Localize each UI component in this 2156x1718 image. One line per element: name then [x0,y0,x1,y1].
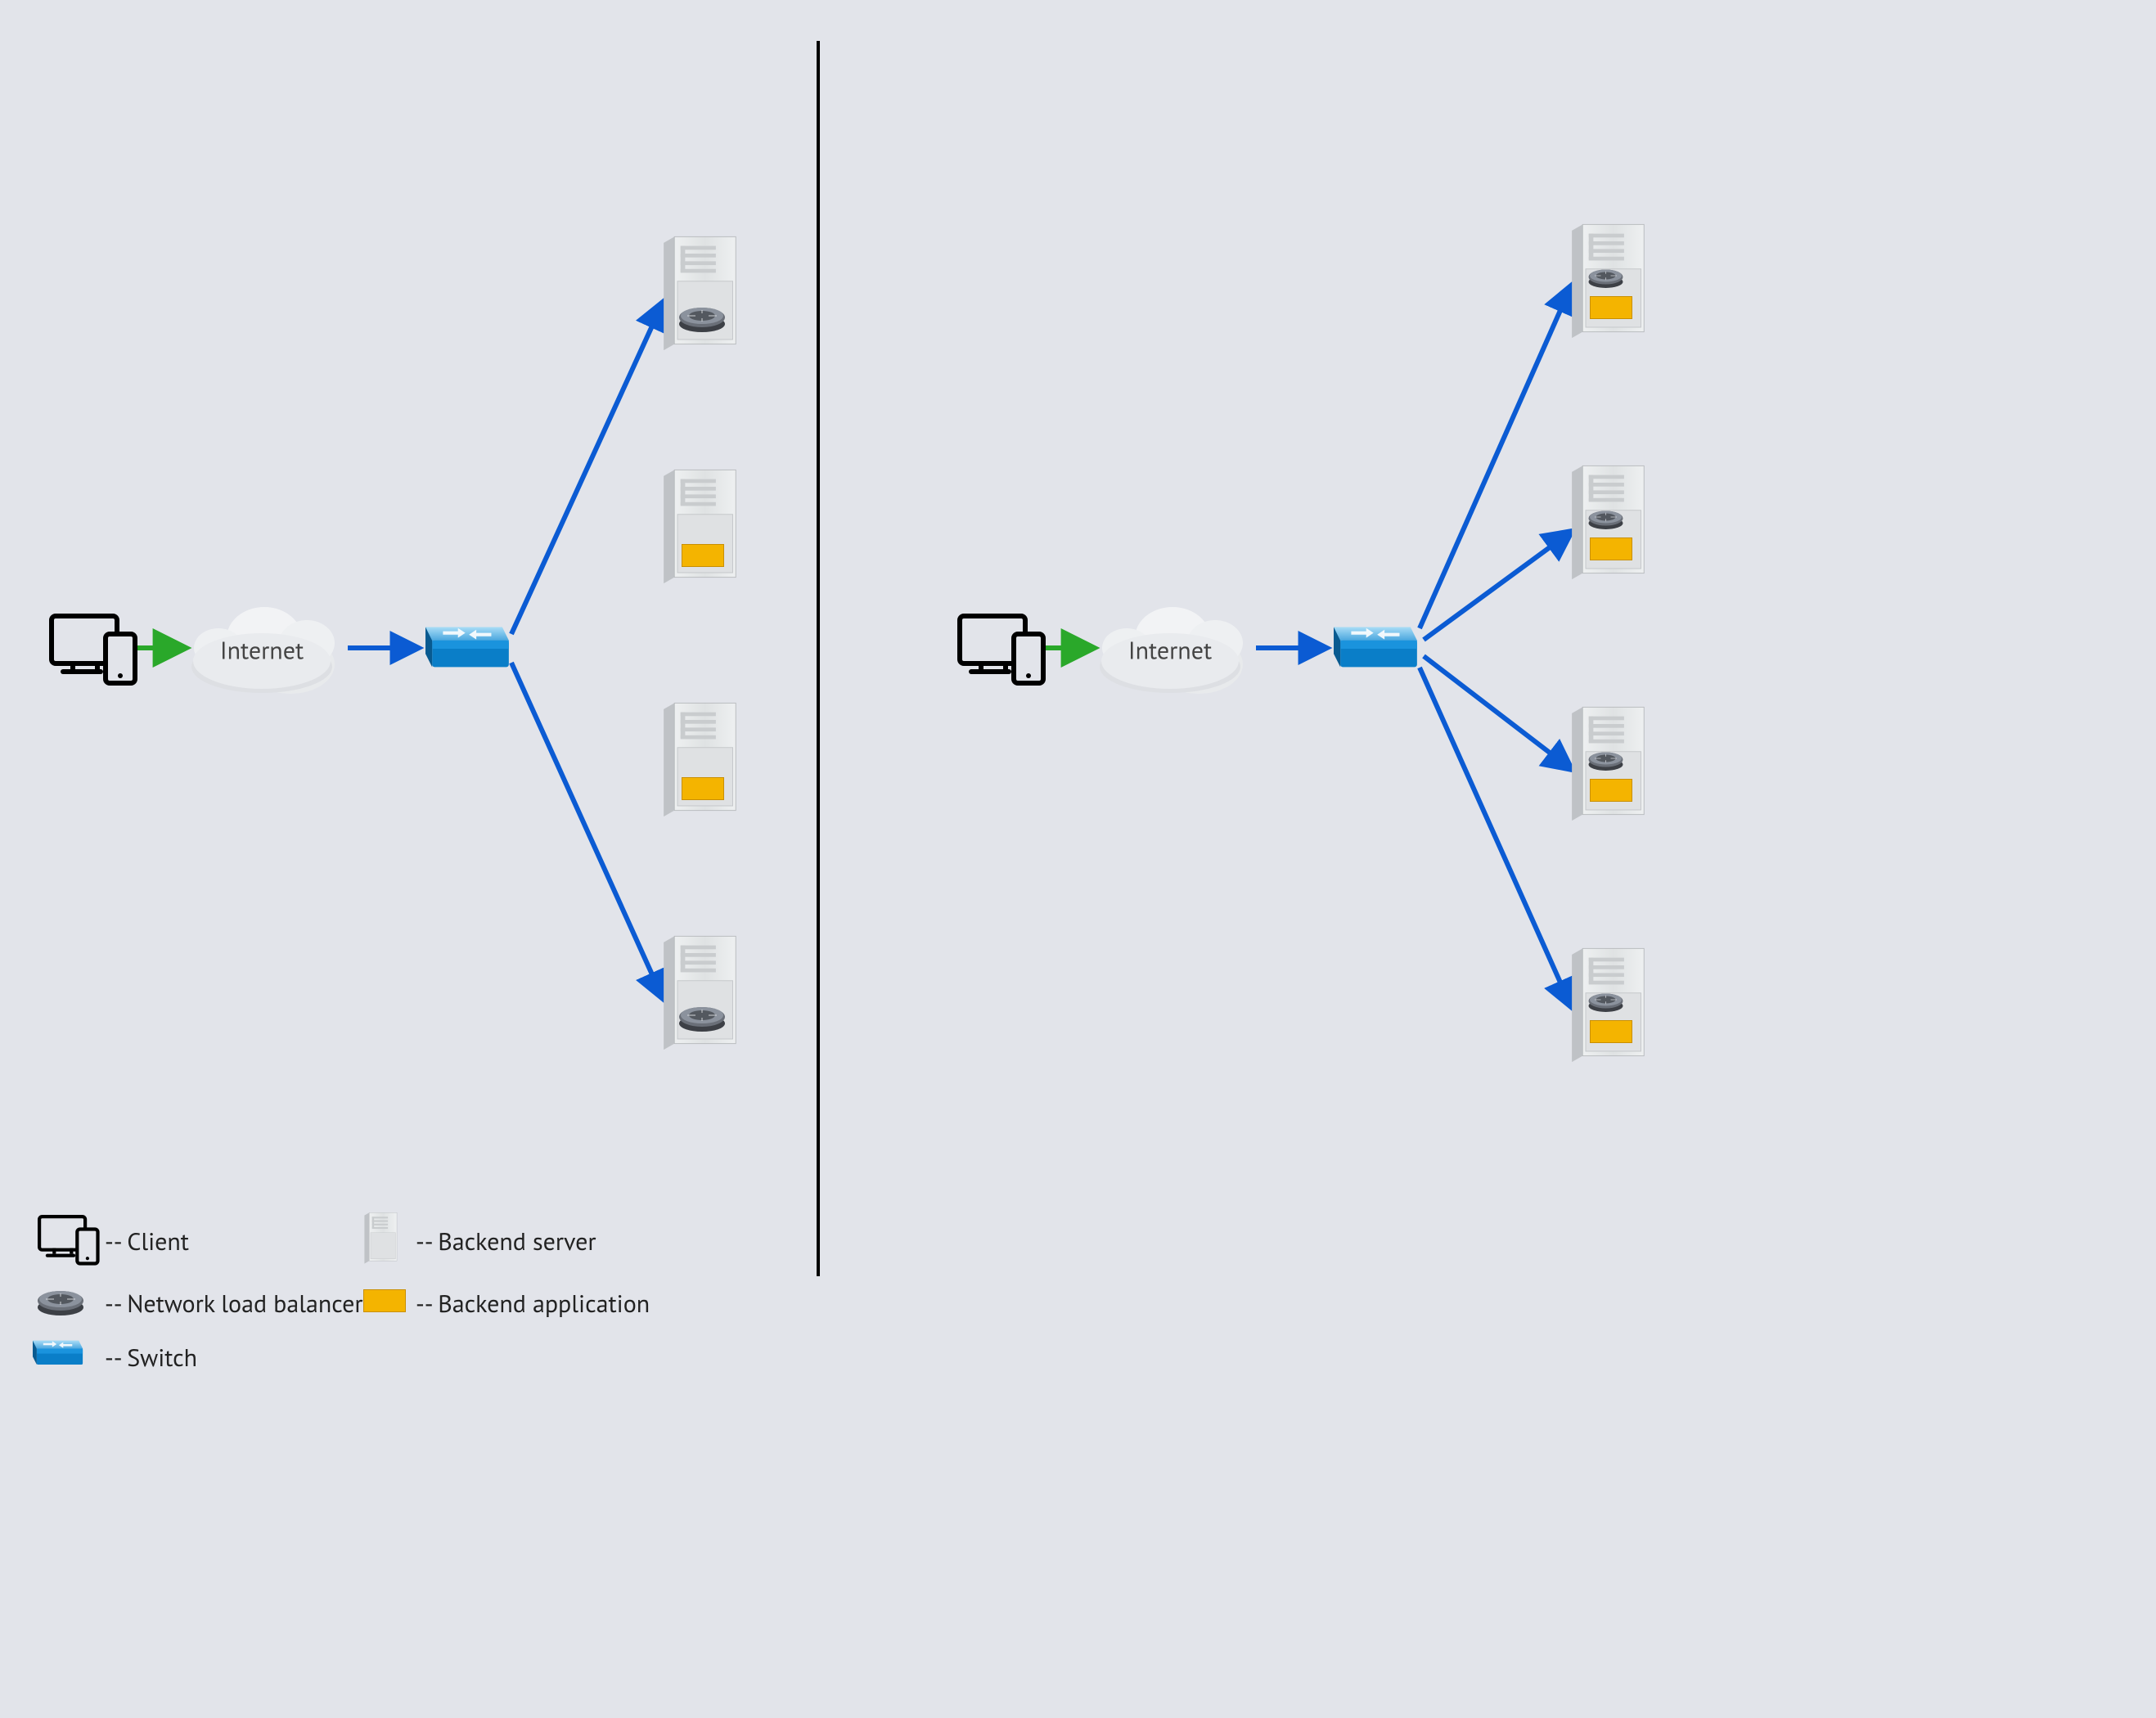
nlb-on-server-right-1 [1587,266,1624,288]
client-icon-right [957,614,1039,679]
app-on-server-right-2 [1590,537,1632,560]
diagram-canvas [0,0,2156,1718]
cloud-label-right: Internet [1128,634,1212,666]
arrow-switch-to-server1-left [511,303,663,634]
arrow-switch-to-server2-right [1424,532,1571,640]
switch-icon-left [425,623,515,672]
legend-client-icon [38,1215,95,1261]
arrow-switch-to-server1-right [1420,286,1571,628]
nlb-on-server-right-2 [1587,507,1624,529]
legend-app-icon [363,1289,406,1312]
arrow-switch-to-server4-right [1420,668,1571,1006]
arrow-switch-to-server3-right [1424,656,1571,769]
nlb-on-server-right-3 [1587,749,1624,771]
legend-server-icon [363,1209,400,1265]
app-on-server-right-4 [1590,1020,1632,1043]
nlb-on-server-right-4 [1587,990,1624,1012]
legend-switch-icon [33,1338,87,1368]
legend-app-label: -- Backend application [416,1288,650,1320]
switch-icon-right [1334,623,1424,672]
server-left-1 [661,229,743,352]
cloud-right: Internet [1092,597,1248,695]
cloud-label-left: Internet [220,634,304,666]
client-icon-left [49,614,131,679]
legend-switch-label: -- Switch [105,1342,197,1374]
legend-nlb-label: -- Network load balancer [105,1288,363,1320]
app-on-server-right-1 [1590,296,1632,319]
app-on-server-right-3 [1590,779,1632,802]
server-left-4 [661,929,743,1051]
app-on-server-left-2 [682,544,724,567]
cloud-left: Internet [184,597,340,695]
arrow-switch-to-server4-left [511,663,663,998]
nlb-on-server-left-4 [677,1002,727,1032]
legend-client-label: -- Client [105,1226,189,1257]
legend-nlb-icon [36,1286,85,1315]
app-on-server-left-3 [682,777,724,800]
nlb-on-server-left-1 [677,303,727,332]
legend-server-label: -- Backend server [416,1226,596,1257]
